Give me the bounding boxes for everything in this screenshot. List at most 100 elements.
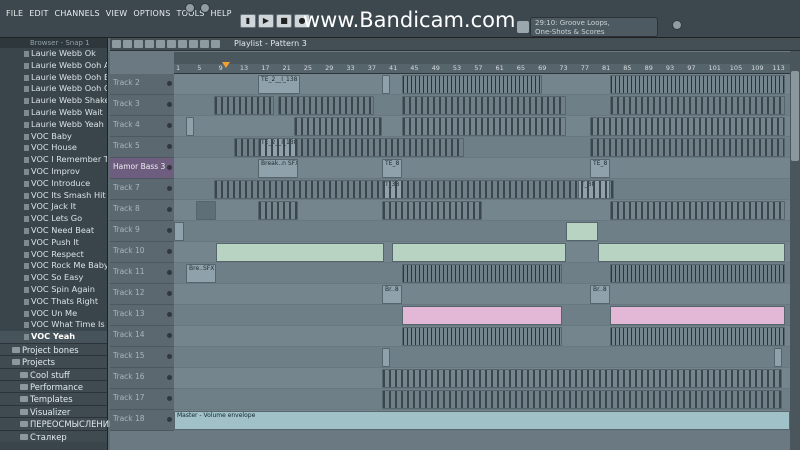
delete-tool-icon[interactable] [134,40,143,48]
playhead-marker-icon[interactable] [222,62,230,68]
track-lane[interactable] [174,347,790,368]
menu-help[interactable]: HELP [209,8,234,19]
track-mute-icon[interactable] [167,333,172,338]
track-mute-icon[interactable] [167,186,172,191]
playlist-clip[interactable] [598,243,785,262]
playlist-clip[interactable]: Break..n SFX [258,159,298,178]
track-mute-icon[interactable] [167,102,172,107]
playlist-title[interactable]: Playlist - Pattern 3 [234,39,307,48]
track-mute-icon[interactable] [167,249,172,254]
track-lane[interactable] [174,326,790,347]
playlist-clip[interactable] [402,75,542,94]
playlist-clip[interactable]: Br..8 [590,285,610,304]
track-header[interactable]: Track 12 [110,284,174,305]
playlist-clip[interactable] [392,243,566,262]
browser-item[interactable]: VOC Jack It [0,201,107,213]
playlist-clip[interactable]: TE_2__I_138 [258,75,300,94]
browser-folder[interactable]: Cool stuff [0,367,107,381]
menu-channels[interactable]: CHANNELS [53,8,102,19]
browser-folder[interactable]: Visualizer [0,404,107,418]
track-mute-icon[interactable] [167,207,172,212]
playlist-clip[interactable] [402,306,562,325]
playlist-clip[interactable] [402,327,562,346]
track-lane[interactable] [174,305,790,326]
menu-view[interactable]: VIEW [104,8,130,19]
browser-item[interactable]: Laurie Webb Ok [0,48,107,60]
playlist-clip[interactable]: Bre..SFX [186,264,216,283]
browser-folder[interactable]: Project bones [0,342,107,356]
track-lane[interactable]: Master - Volume envelope [174,410,790,431]
browser-item[interactable]: Laurie Webb Wait [0,107,107,119]
track-header[interactable]: Track 10 [110,242,174,263]
track-header[interactable]: Track 16 [110,368,174,389]
track-lane[interactable] [174,200,790,221]
playback-tool-icon[interactable] [189,40,198,48]
playlist-clip[interactable] [590,138,785,157]
browser-item[interactable]: VOC Baby [0,131,107,143]
playlist-clip[interactable] [214,96,274,115]
playlist-clip[interactable] [234,138,464,157]
browser-item[interactable]: VOC House [0,142,107,154]
select-tool-icon[interactable] [167,40,176,48]
playlist-clip[interactable]: Br..8 [382,285,402,304]
browser-folder[interactable]: Templates [0,392,107,405]
track-lane[interactable]: Bre..SFX [174,263,790,284]
slice-tool-icon[interactable] [156,40,165,48]
playlist-overview[interactable] [174,52,800,64]
browser-folder[interactable]: Сталкер [0,429,107,443]
playlist-clip[interactable] [566,222,598,241]
playlist-clip[interactable] [610,75,785,94]
track-mute-icon[interactable] [167,396,172,401]
track-header[interactable]: Track 11 [110,263,174,284]
stop-button[interactable]: ■ [276,14,292,28]
timeline-ruler[interactable]: 1 5 9 13 17 21 25 29 33 37 41 45 49 53 57 61 65 69 73 77 81 8… [174,62,800,74]
playlist-clip[interactable] [610,327,785,346]
playlist-clip[interactable] [294,117,382,136]
pattern-song-toggle[interactable]: ▮ [240,14,256,28]
zoom-tool-icon[interactable] [178,40,187,48]
browser-item[interactable]: VOC Rock Me Baby [0,260,107,272]
track-mute-icon[interactable] [167,291,172,296]
track-lane[interactable]: TE_2__I_138 [174,137,790,158]
track-header[interactable]: Track 2 [110,74,174,95]
track-mute-icon[interactable] [167,123,172,128]
playlist-clip[interactable] [278,96,374,115]
paint-tool-icon[interactable] [123,40,132,48]
browser-item[interactable]: VOC Introduce [0,178,107,190]
track-header[interactable]: Track 3 [110,95,174,116]
browser-item[interactable]: VOC Need Beat [0,225,107,237]
playlist-clip[interactable] [382,75,390,94]
track-lane[interactable]: T_38T_38 [174,179,790,200]
browser-item[interactable]: VOC I Remember That [0,154,107,166]
playlist-clip[interactable] [174,222,184,241]
master-volume-knob[interactable] [185,3,195,13]
track-lane[interactable] [174,221,790,242]
playlist-clip[interactable] [610,306,785,325]
pattern-picker-icon[interactable] [211,40,220,48]
track-lane[interactable] [174,116,790,137]
playlist-clip[interactable]: Master - Volume envelope [174,411,790,430]
playlist-clip[interactable] [610,96,785,115]
browser-item[interactable]: VOC Yeah [0,331,107,343]
track-mute-icon[interactable] [167,417,172,422]
track-mute-icon[interactable] [167,270,172,275]
menu-options[interactable]: OPTIONS [131,8,172,19]
browser-item[interactable]: VOC What Time Is It [0,319,107,331]
track-mute-icon[interactable] [167,375,172,380]
playlist-clip[interactable] [382,369,782,388]
playlist-clip[interactable] [196,201,216,220]
browser-folder[interactable]: Performance mode [0,380,107,405]
mute-tool-icon[interactable] [145,40,154,48]
track-lane[interactable] [174,389,790,410]
playlist-clip[interactable] [214,180,614,199]
browser-item[interactable]: Laurie Webb Shake [0,95,107,107]
playlist-clip[interactable] [610,201,785,220]
track-header[interactable]: Track 9 [110,221,174,242]
master-pitch-knob[interactable] [200,3,210,13]
browser-item[interactable]: VOC Improv [0,166,107,178]
track-header[interactable]: Track 14 [110,326,174,347]
track-header[interactable]: Track 4 [110,116,174,137]
browser-item[interactable]: Laurie Webb Ooh C [0,83,107,95]
browser-item[interactable]: VOC Lets Go [0,213,107,225]
track-mute-icon[interactable] [167,354,172,359]
